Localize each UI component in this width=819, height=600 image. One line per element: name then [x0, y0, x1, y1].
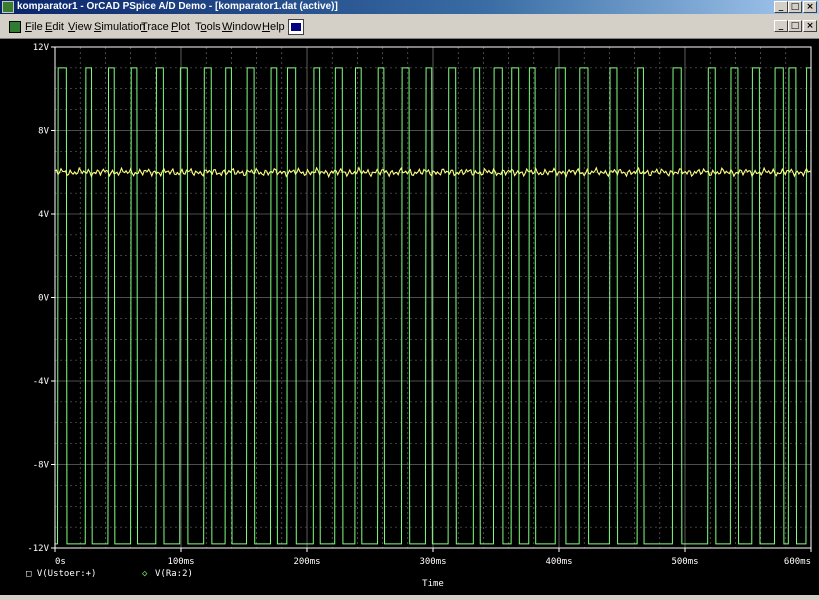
y-tick-label: 0V — [38, 294, 49, 304]
x-tick-label: 0s — [55, 557, 66, 567]
menu-bar: File Edit View Simulation Trace Plot Too… — [0, 16, 819, 39]
menu-trace[interactable]: Trace — [141, 20, 169, 34]
menu-plot[interactable]: Plot — [171, 20, 190, 34]
legend-item-0: □ V(Ustoer:+) — [26, 569, 96, 579]
app-icon — [2, 1, 14, 13]
menu-view[interactable]: View — [68, 20, 92, 34]
x-tick-label: 300ms — [419, 557, 446, 567]
doc-restore-button[interactable]: □ — [788, 20, 802, 32]
menu-file[interactable]: File — [25, 20, 43, 34]
x-tick-label: 500ms — [671, 557, 698, 567]
menu-window[interactable]: Window — [222, 20, 261, 34]
title-bar: komparator1 - OrCAD PSpice A/D Demo - [k… — [0, 0, 819, 14]
menu-simulation[interactable]: Simulation — [94, 20, 145, 34]
doc-close-button[interactable]: × — [803, 20, 817, 32]
doc-minimize-button[interactable]: _ — [774, 20, 788, 32]
x-tick-label: 200ms — [293, 557, 320, 567]
plot-window[interactable]: 12V 8V 4V 0V -4V -8V -12V 0s 100ms 200ms 300ms 400m… — [0, 39, 819, 595]
y-tick-label: 8V — [38, 127, 49, 137]
document-icon[interactable] — [9, 21, 21, 33]
x-tick-label: 400ms — [545, 557, 572, 567]
window-title: komparator1 - OrCAD PSpice A/D Demo - [k… — [17, 1, 338, 12]
toolbar-icon[interactable] — [288, 19, 304, 35]
x-tick-label: 100ms — [167, 557, 194, 567]
maximize-button[interactable]: □ — [788, 1, 802, 13]
close-button[interactable]: × — [803, 1, 817, 13]
menu-help[interactable]: Help — [262, 20, 285, 34]
legend-marker-1: ◇ — [142, 569, 148, 579]
waveform-plot[interactable]: 12V 8V 4V 0V -4V -8V -12V 0s 100ms 200ms 300ms 400m… — [0, 39, 819, 595]
y-tick-label: 4V — [38, 210, 49, 220]
y-tick-label: -8V — [33, 461, 50, 471]
y-tick-label: 12V — [33, 43, 50, 53]
plot-axes: 12V 8V 4V 0V -4V -8V -12V 0s 100ms 200ms 300ms 400m… — [27, 43, 812, 567]
menu-edit[interactable]: Edit — [45, 20, 64, 34]
legend: □ V(Ustoer:+) ◇ V(Ra:2) — [26, 569, 193, 579]
x-tick-label: 600ms — [784, 557, 811, 567]
y-tick-label: -12V — [27, 544, 49, 554]
y-tick-label: -4V — [33, 377, 50, 387]
minimize-button[interactable]: _ — [774, 1, 788, 13]
menu-tools[interactable]: Tools — [195, 20, 221, 34]
plot-grid — [55, 47, 811, 548]
x-axis-label: Time — [422, 579, 444, 589]
legend-item-1: V(Ra:2) — [155, 569, 193, 579]
